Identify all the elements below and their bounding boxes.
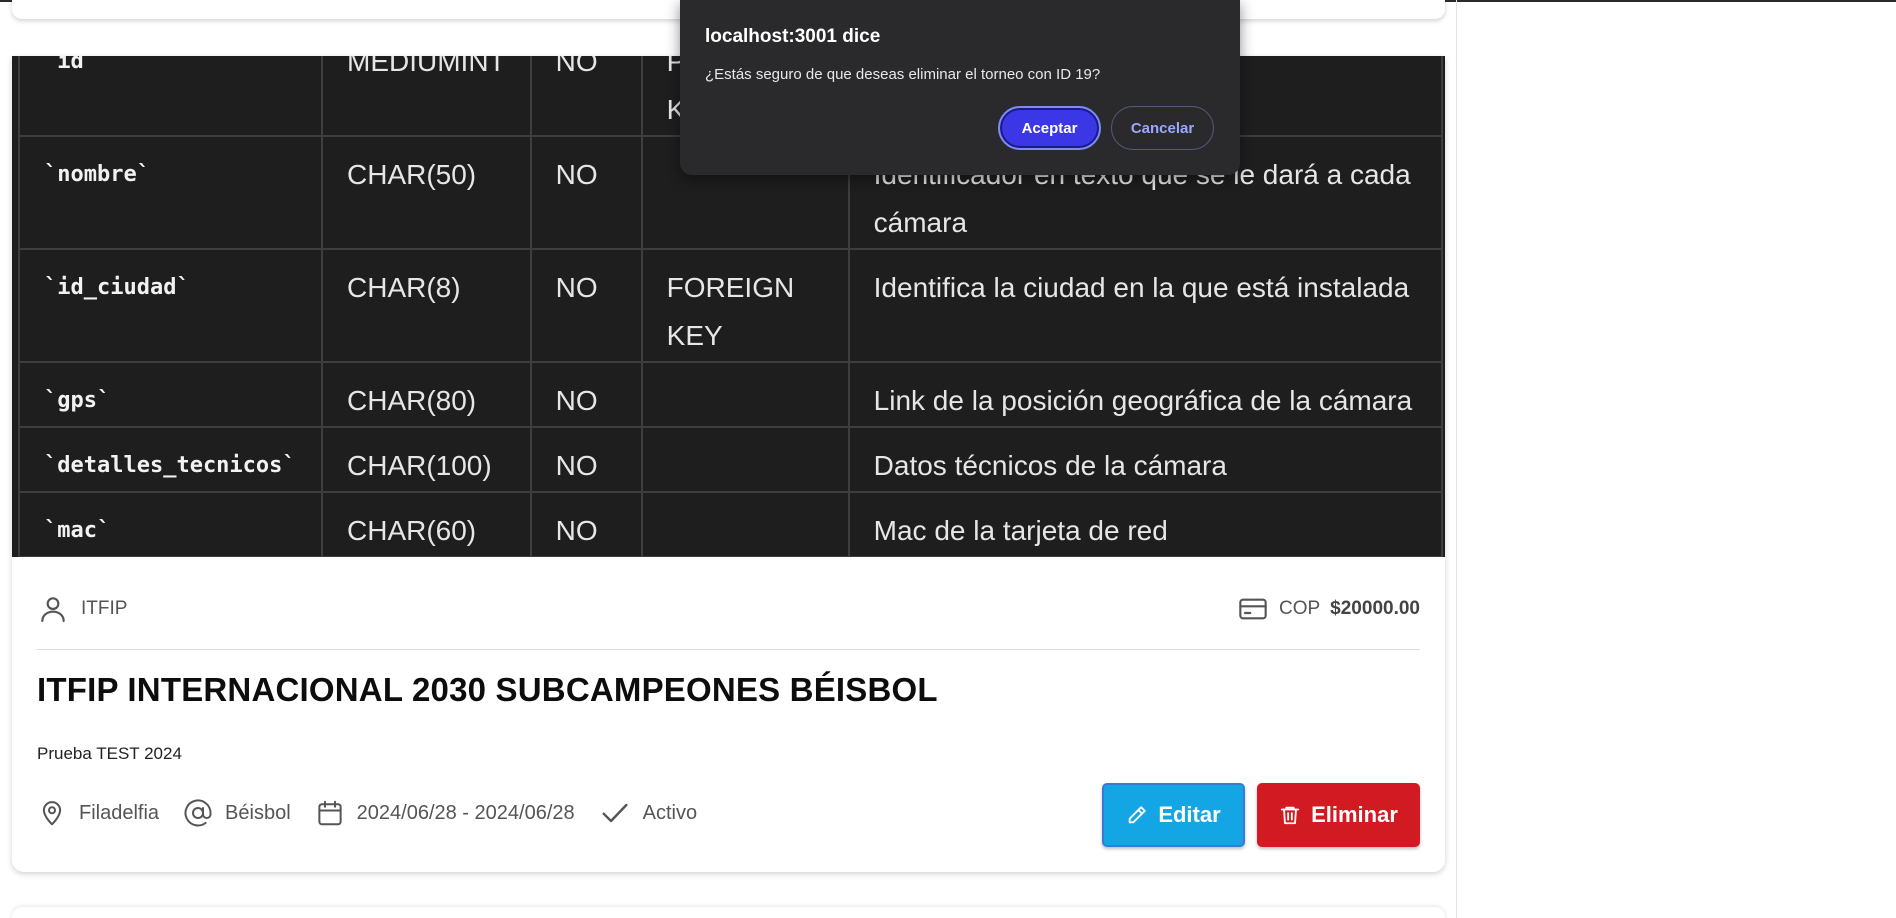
dialog-message: ¿Estás seguro de que deseas eliminar el … — [705, 66, 1101, 83]
dates-info: 2024/06/28 - 2024/06/28 — [315, 798, 575, 828]
owner-name: ITFIP — [81, 598, 128, 619]
edit-button-label: Editar — [1158, 802, 1221, 827]
info-row: Filadelfia Béisbol 2024/06/28 - 2024/06/… — [37, 793, 721, 833]
column-type-cell: MEDIUMINT — [321, 56, 532, 137]
card-divider — [37, 649, 1420, 650]
table-row: `gps` CHAR(80) NO Link de la posición geogr… — [18, 361, 1443, 428]
dialog-actions: Aceptar Cancelar — [998, 106, 1214, 150]
column-type-cell: CHAR(80) — [321, 361, 532, 428]
column-key-cell — [640, 491, 850, 557]
table-row: `id_ciudad` CHAR(8) NO FOREIGN KEY Identific… — [18, 248, 1443, 363]
column-name-cell: `mac` — [18, 491, 323, 557]
dates-text: 2024/06/28 - 2024/06/28 — [356, 801, 575, 824]
column-key-cell — [640, 361, 850, 428]
confirm-dialog: localhost:3001 dice ¿Estás seguro de que… — [680, 0, 1240, 175]
column-key-cell — [640, 426, 850, 493]
column-type-cell: CHAR(100) — [321, 426, 532, 493]
column-type-cell: CHAR(50) — [321, 135, 532, 250]
tournament-card: `id`MEDIUMINTNOPRIMARY KEYIdentificador … — [12, 56, 1445, 872]
credit-card-icon — [1237, 593, 1269, 625]
column-type-cell: CHAR(60) — [321, 491, 532, 557]
column-null-cell: NO — [529, 56, 643, 137]
price-currency: COP — [1278, 598, 1321, 619]
column-description-cell: Identifica la ciudad en la que está inst… — [847, 248, 1443, 363]
owner-info: ITFIP — [37, 593, 127, 625]
table-row: `mac` CHAR(60) NO Mac de la tarjeta de red — [18, 491, 1443, 557]
map-pin-icon — [37, 798, 67, 828]
column-description-cell: Link de la posición geográfica de la cám… — [847, 361, 1443, 428]
location-text: Filadelfia — [79, 801, 160, 824]
column-divider — [1456, 0, 1457, 918]
sport-info: Béisbol — [183, 798, 291, 828]
calendar-icon — [315, 798, 345, 828]
status-text: Activo — [642, 801, 698, 824]
tournament-description: Prueba TEST 2024 — [37, 744, 182, 763]
column-type-cell: CHAR(8) — [321, 248, 532, 363]
dialog-title: localhost:3001 dice — [705, 26, 881, 47]
card-actions: Editar Eliminar — [1102, 783, 1420, 847]
at-sign-icon — [183, 798, 213, 828]
column-null-cell: NO — [529, 491, 643, 557]
price-info: COP $20000.00 — [1237, 593, 1420, 625]
delete-button-label: Eliminar — [1311, 802, 1398, 827]
sport-text: Béisbol — [225, 801, 291, 824]
card-body: ITFIP COP $20000.00 ITFIP INTERNACIONAL … — [37, 557, 1420, 872]
column-null-cell: NO — [529, 135, 643, 250]
table-row: `detalles_tecnicos` CHAR(100) NO Datos técn… — [18, 426, 1443, 493]
column-null-cell: NO — [529, 426, 643, 493]
column-key-cell: FOREIGN KEY — [640, 248, 850, 363]
accept-button[interactable]: Aceptar — [998, 106, 1101, 150]
column-description-cell: Datos técnicos de la cámara — [847, 426, 1443, 493]
column-null-cell: NO — [529, 248, 643, 363]
delete-button[interactable]: Eliminar — [1257, 783, 1420, 847]
column-null-cell: NO — [529, 361, 643, 428]
pencil-icon — [1126, 804, 1148, 826]
column-name-cell: `gps` — [18, 361, 323, 428]
meta-row: ITFIP COP $20000.00 — [37, 593, 1420, 633]
edit-button[interactable]: Editar — [1102, 783, 1245, 847]
next-tournament-card — [12, 907, 1445, 918]
tournament-title: ITFIP INTERNACIONAL 2030 SUBCAMPEONES BÉ… — [37, 671, 938, 708]
location-info: Filadelfia — [37, 798, 159, 828]
status-info: Activo — [599, 797, 697, 829]
column-name-cell: `nombre` — [18, 135, 323, 250]
column-name-cell: `detalles_tecnicos` — [18, 426, 323, 493]
trash-icon — [1279, 804, 1301, 826]
check-icon — [599, 797, 631, 829]
column-description-cell: Mac de la tarjeta de red — [847, 491, 1443, 557]
cancel-button[interactable]: Cancelar — [1111, 106, 1214, 150]
price-amount: $20000.00 — [1330, 598, 1420, 619]
column-name-cell: `id` — [18, 56, 323, 137]
column-name-cell: `id_ciudad` — [18, 248, 323, 363]
user-icon — [37, 593, 69, 625]
